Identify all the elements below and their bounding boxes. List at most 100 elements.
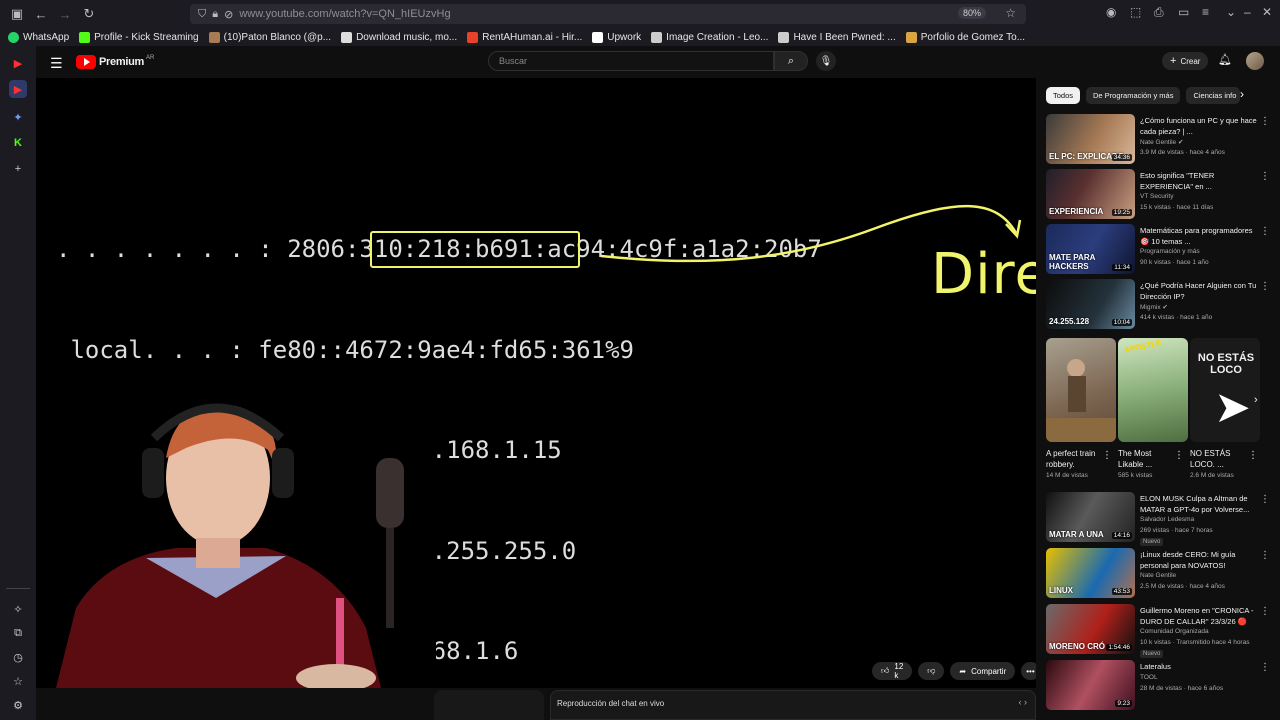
- history-icon[interactable]: ◷: [9, 648, 27, 666]
- recommendation-item[interactable]: LINUX 43:53 ¡Linux desde CERO: Mi guía per…: [1046, 548, 1272, 598]
- channel-name[interactable]: Programación y más: [1140, 248, 1200, 255]
- video-title[interactable]: Lateralus: [1140, 662, 1260, 673]
- video-title[interactable]: Guillermo Moreno en "CRONICA - DURO DE C…: [1140, 606, 1260, 627]
- more-actions-button[interactable]: •••: [1021, 662, 1036, 680]
- recommendation-item[interactable]: MORENO CRÓ 1:54:46 Guillermo Moreno en "CR…: [1046, 604, 1272, 658]
- more-options-icon[interactable]: ⋮: [1260, 662, 1270, 673]
- more-options-icon[interactable]: ⋮: [1260, 281, 1270, 292]
- video-thumbnail[interactable]: MORENO CRÓ 1:54:46: [1046, 604, 1135, 654]
- video-thumbnail[interactable]: MATAR A UNA 14:16: [1046, 492, 1135, 542]
- extension-icon[interactable]: ◉: [1106, 5, 1116, 19]
- chevron-right-icon[interactable]: ›: [1240, 87, 1244, 101]
- dislike-button[interactable]: 👎︎: [918, 662, 945, 680]
- search-button[interactable]: ⌕: [774, 51, 808, 71]
- chip-programacion[interactable]: De Programación y más: [1086, 87, 1181, 104]
- avatar[interactable]: [1246, 52, 1264, 70]
- ai-sparkle-icon[interactable]: ✧: [9, 600, 27, 618]
- video-title[interactable]: Esto significa "TENER EXPERIENCIA" en ..…: [1140, 171, 1260, 192]
- video-title[interactable]: ¿Cómo funciona un PC y que hace cada pie…: [1140, 116, 1260, 137]
- notifications-bell-icon[interactable]: 🔔︎: [1218, 53, 1232, 66]
- bookmark-item[interactable]: Download music, mo...: [341, 31, 457, 43]
- chat-nav-arrows[interactable]: ‹ ›: [1019, 697, 1028, 707]
- sidebar-toggle-icon[interactable]: ▣: [6, 3, 28, 25]
- tabs-sync-icon[interactable]: ⧉: [9, 624, 27, 642]
- shorts-next-icon[interactable]: ›: [1254, 394, 1258, 406]
- chip-todos[interactable]: Todos: [1046, 87, 1081, 104]
- reload-icon[interactable]: ↻: [78, 3, 100, 25]
- channel-name[interactable]: TOOL: [1140, 674, 1158, 681]
- short-title[interactable]: A perfect train robbery.: [1046, 448, 1104, 470]
- menu-icon[interactable]: ≡: [1202, 5, 1209, 19]
- settings-icon[interactable]: ⚙: [9, 696, 27, 714]
- bookmark-item[interactable]: Have I Been Pwned: ...: [778, 31, 896, 43]
- video-title[interactable]: Matemáticas para programadores 🎯 10 tema…: [1140, 226, 1260, 247]
- video-thumbnail[interactable]: 9:23: [1046, 660, 1135, 710]
- forward-icon[interactable]: →: [54, 3, 76, 25]
- close-icon[interactable]: ✕: [1262, 5, 1272, 19]
- voice-search-button[interactable]: 🎙︎: [816, 51, 836, 71]
- short-thumbnail[interactable]: APOSTLE: [1118, 338, 1188, 442]
- bookmark-item[interactable]: Profile - Kick Streaming: [79, 31, 199, 43]
- shield-icon[interactable]: ⛉: [198, 8, 206, 21]
- bookmark-item[interactable]: Image Creation - Leo...: [651, 31, 768, 43]
- more-options-icon[interactable]: ⋮: [1260, 494, 1270, 505]
- chip-ciencias[interactable]: Ciencias info: [1186, 87, 1241, 104]
- more-options-icon[interactable]: ⋮: [1260, 550, 1270, 561]
- bookmark-item[interactable]: Upwork: [592, 31, 641, 43]
- youtube-icon[interactable]: ▶: [9, 54, 27, 72]
- more-options-icon[interactable]: ⋮: [1260, 171, 1270, 182]
- youtube-active-icon[interactable]: ▶: [9, 80, 27, 98]
- create-button[interactable]: + Crear: [1162, 52, 1209, 70]
- short-thumbnail[interactable]: [1046, 338, 1116, 442]
- more-options-icon[interactable]: ⋮: [1260, 606, 1270, 617]
- bookmark-item[interactable]: Porfolio de Gomez To...: [905, 31, 1025, 43]
- recommendation-item[interactable]: 9:23 Lateralus TOOL 28 M de vistas · hace 6…: [1046, 660, 1272, 710]
- more-options-icon[interactable]: ⋮: [1260, 116, 1270, 127]
- video-title[interactable]: ELON MUSK Culpa a Altman de MATAR a GPT-…: [1140, 494, 1260, 515]
- hamburger-menu-icon[interactable]: ☰: [50, 55, 63, 72]
- zoom-badge[interactable]: 80%: [957, 7, 986, 19]
- channel-name[interactable]: Nate Gentile ✔: [1140, 138, 1183, 146]
- video-thumbnail[interactable]: MATE PARA HACKERS 11:34: [1046, 224, 1135, 274]
- short-thumbnail[interactable]: NO ESTÁS LOCO ➤: [1190, 338, 1260, 442]
- bookmarks-icon[interactable]: ☆: [9, 672, 27, 690]
- more-options-icon[interactable]: ⋮: [1174, 450, 1184, 461]
- bookmark-star-icon[interactable]: ☆: [1005, 6, 1016, 20]
- more-options-icon[interactable]: ⋮: [1260, 226, 1270, 237]
- channel-name[interactable]: Migmix ✔: [1140, 303, 1168, 311]
- more-options-icon[interactable]: ⋮: [1248, 450, 1258, 461]
- recommendation-item[interactable]: MATAR A UNA 14:16 ELON MUSK Culpa a Altman…: [1046, 492, 1272, 546]
- video-thumbnail[interactable]: 24.255.128 10:04: [1046, 279, 1135, 329]
- video-title[interactable]: ¡Linux desde CERO: Mi guía personal para…: [1140, 550, 1260, 571]
- minimize-icon[interactable]: –: [1244, 5, 1251, 19]
- video-title[interactable]: ¿Qué Podría Hacer Alguien con Tu Direcci…: [1140, 281, 1260, 302]
- short-title[interactable]: NO ESTÁS LOCO. ...: [1190, 448, 1248, 470]
- share-button[interactable]: ➦ Compartir: [950, 662, 1016, 680]
- lock-icon[interactable]: 🔒︎: [212, 8, 218, 21]
- short-title[interactable]: The Most Likable ...: [1118, 448, 1176, 470]
- extensions-puzzle-icon[interactable]: ⬚: [1130, 5, 1141, 19]
- downloads-icon[interactable]: ⎙: [1154, 5, 1164, 20]
- back-icon[interactable]: ←: [30, 3, 52, 25]
- tabs-icon[interactable]: ▭: [1178, 5, 1189, 19]
- bookmark-item[interactable]: WhatsApp: [8, 31, 69, 43]
- kick-icon[interactable]: K: [9, 134, 27, 152]
- recommendation-item[interactable]: EXPERIENCIA 19:25 Esto significa "TENER EX…: [1046, 169, 1272, 219]
- recommendation-item[interactable]: 24.255.128 10:04 ¿Qué Podría Hacer Alguien…: [1046, 279, 1272, 329]
- channel-name[interactable]: Nate Gentile: [1140, 572, 1176, 579]
- bookmark-item[interactable]: RentAHuman.ai - Hir...: [467, 31, 582, 43]
- messenger-icon[interactable]: ✦: [9, 108, 27, 126]
- add-panel-icon[interactable]: +: [9, 160, 27, 178]
- address-bar[interactable]: ⛉ 🔒︎ ⊘ www.youtube.com/watch?v=QN_hIEUzv…: [190, 4, 1026, 24]
- recommendation-item[interactable]: MATE PARA HACKERS 11:34 Matemáticas para p…: [1046, 224, 1272, 274]
- live-chat-replay[interactable]: Reproducción del chat en vivo ‹ ›: [550, 690, 1036, 720]
- video-player[interactable]: . . . . . . . : 2806:310:218:b691:ac94:4…: [36, 78, 1036, 688]
- permissions-icon[interactable]: ⊘: [224, 8, 233, 21]
- bookmark-item[interactable]: (10)Paton Blanco (@p...: [208, 31, 331, 43]
- youtube-premium-logo[interactable]: Premium AR: [76, 55, 154, 69]
- chevron-down-icon[interactable]: ⌄: [1226, 5, 1236, 19]
- recommendation-item[interactable]: EL PC: EXPLICADO 34:36 ¿Cómo funciona un P…: [1046, 114, 1272, 164]
- channel-name[interactable]: VT Security: [1140, 193, 1173, 200]
- like-button[interactable]: 👍︎ 12 k: [872, 662, 913, 680]
- video-thumbnail[interactable]: EXPERIENCIA 19:25: [1046, 169, 1135, 219]
